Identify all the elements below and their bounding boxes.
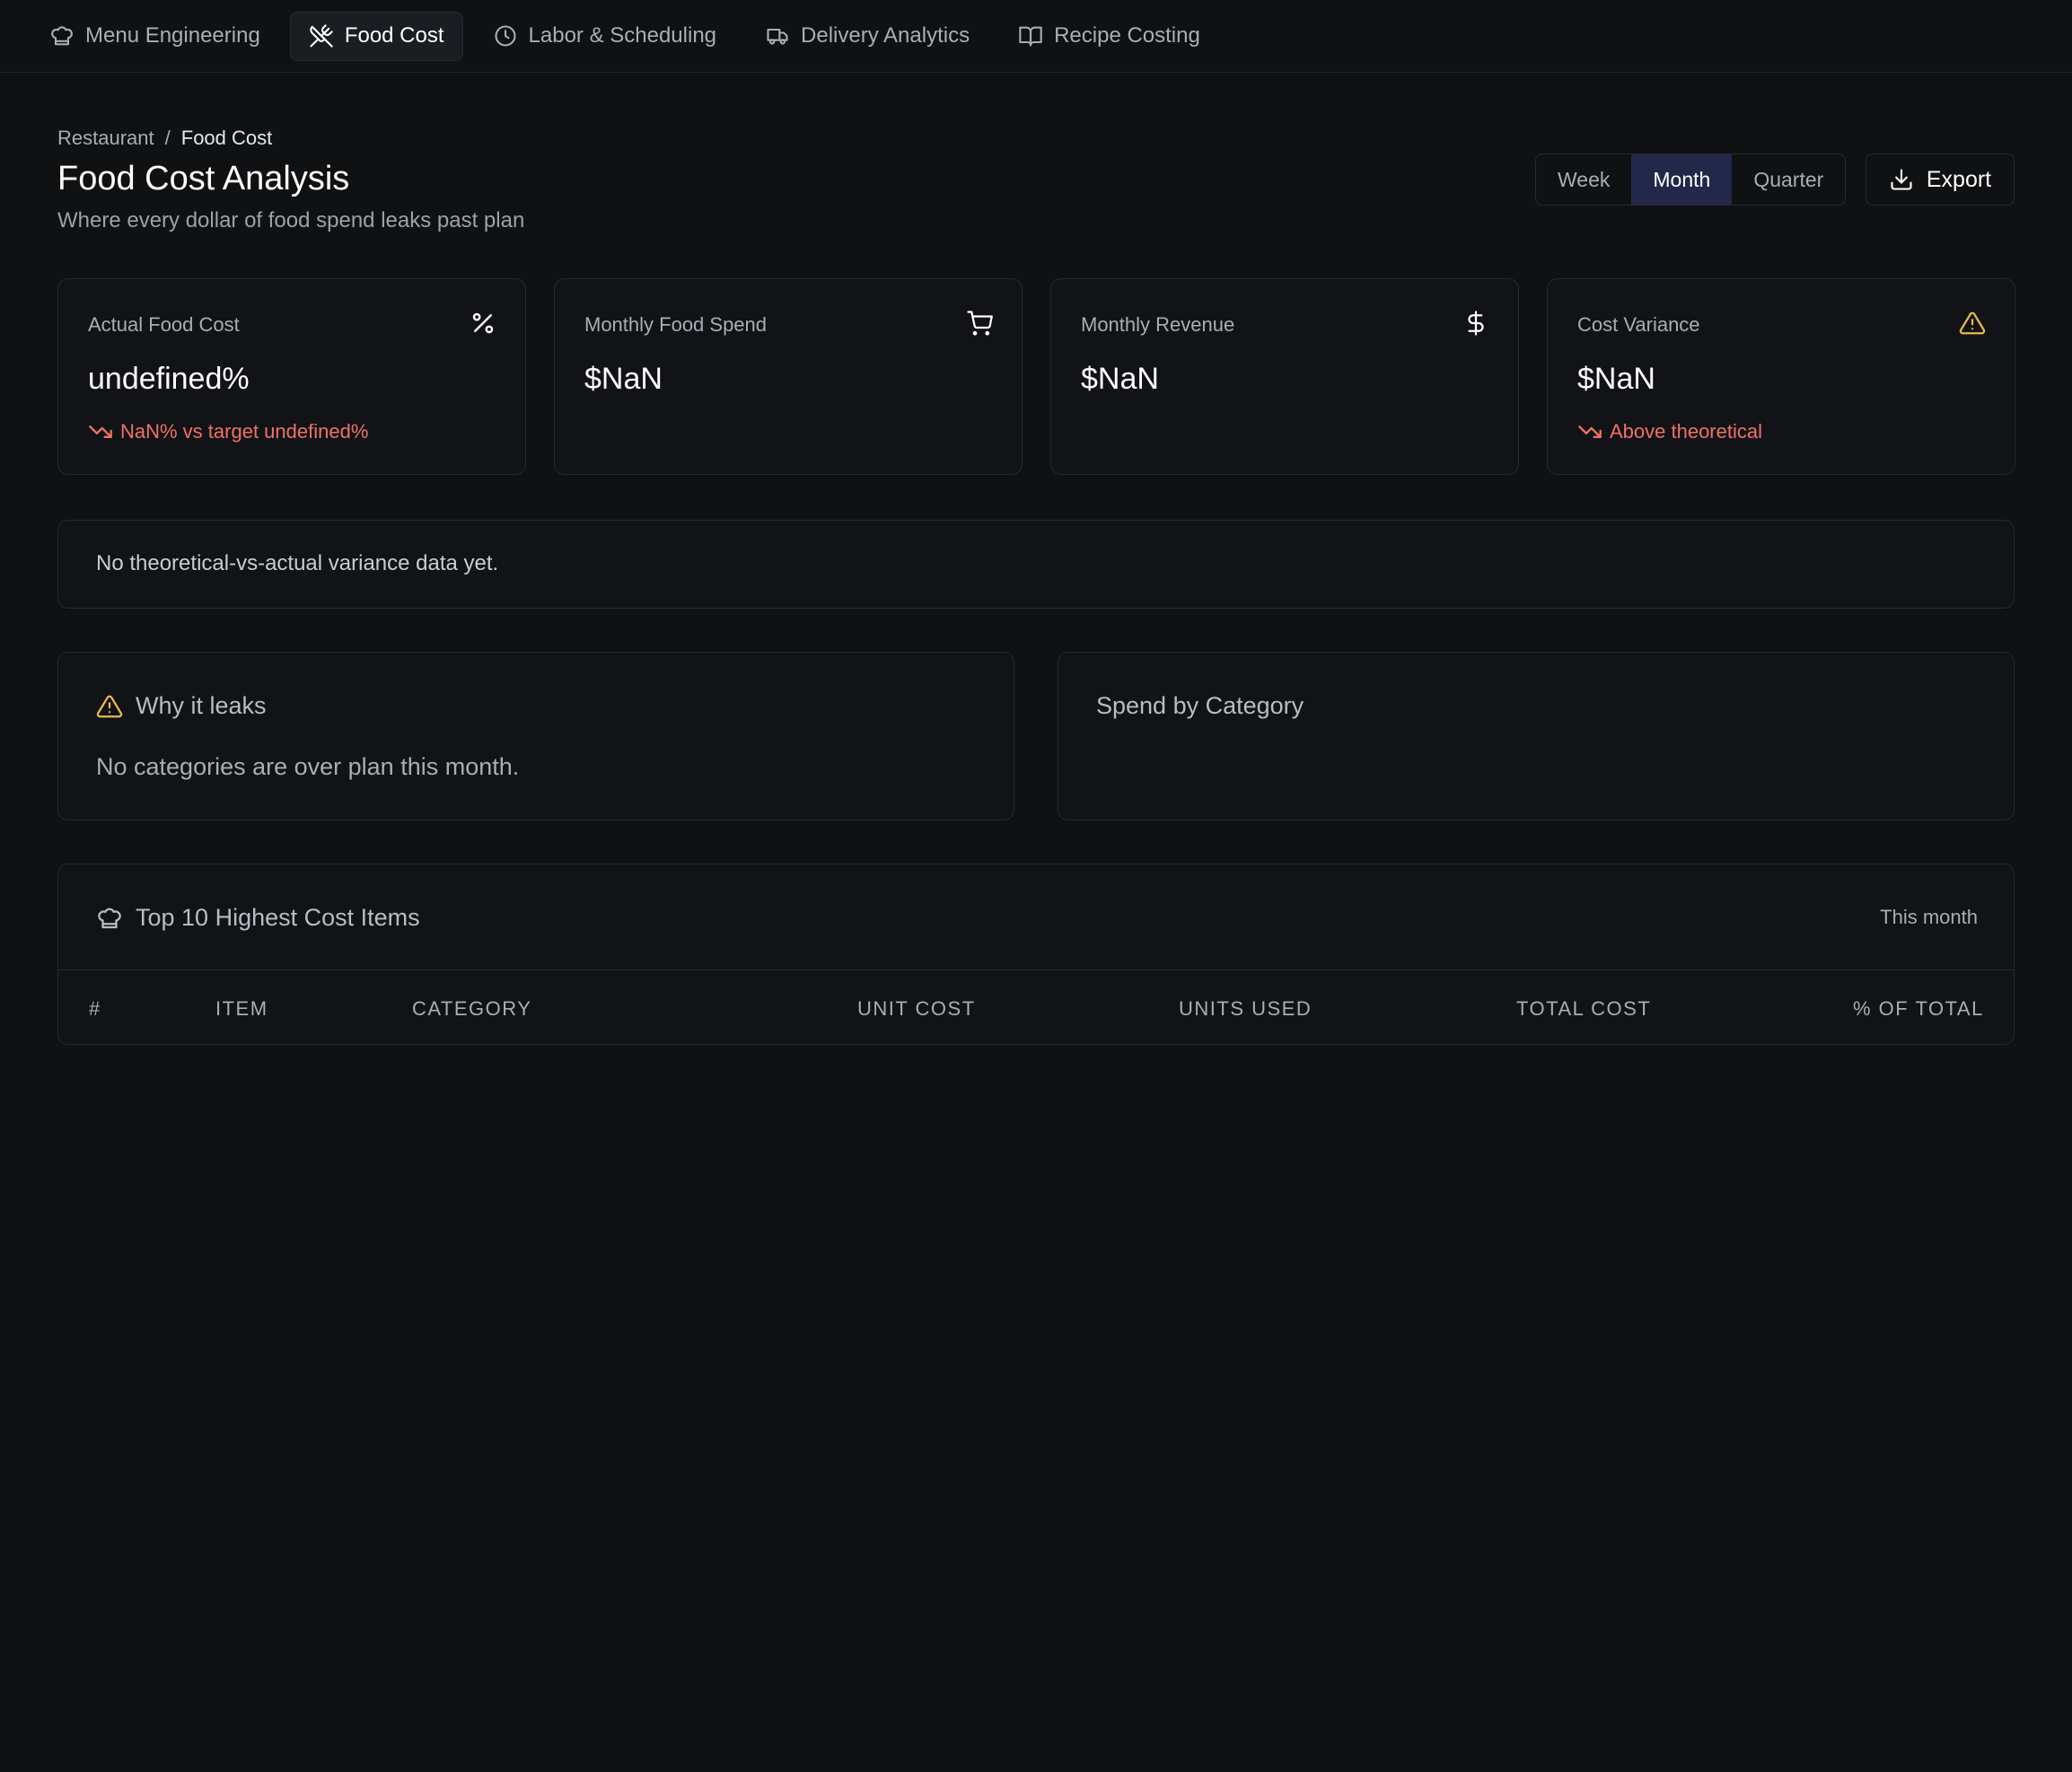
dollar-sign-icon	[1462, 310, 1489, 337]
column-header-total-cost[interactable]: Total Cost	[1516, 997, 1651, 1021]
alert-triangle-icon	[1959, 310, 1986, 337]
nav-tab-delivery-analytics[interactable]: Delivery Analytics	[746, 12, 988, 61]
column-header-rank[interactable]: #	[89, 997, 101, 1021]
page-title: Food Cost Analysis	[57, 160, 350, 197]
nav-tab-label: Food Cost	[344, 23, 444, 48]
nav-tab-menu-engineering[interactable]: Menu Engineering	[31, 12, 279, 61]
download-icon	[1891, 169, 1912, 190]
nav-tab-food-cost[interactable]: Food Cost	[289, 11, 463, 61]
book-open-icon	[1019, 26, 1042, 47]
kpi-value: $NaN	[1577, 362, 1655, 396]
panel-title: Why it leaks	[96, 692, 267, 720]
kpi-label: Actual Food Cost	[88, 313, 240, 336]
nav-tab-recipe-costing[interactable]: Recipe Costing	[999, 12, 1219, 61]
clock-icon	[494, 25, 516, 47]
top-cost-items-panel: Top 10 Highest Cost Items This month # I…	[57, 864, 2015, 1045]
kpi-card-monthly-revenue: Monthly Revenue $NaN	[1050, 278, 1519, 475]
panel-title: Top 10 Highest Cost Items	[96, 904, 420, 932]
why-it-leaks-panel: Why it leaks No categories are over plan…	[57, 652, 1014, 820]
range-quarter-button[interactable]: Quarter	[1732, 154, 1845, 205]
alert-triangle-icon	[96, 695, 123, 717]
top-items-title: Top 10 Highest Cost Items	[136, 904, 420, 931]
column-header-units-used[interactable]: Units Used	[1179, 997, 1312, 1021]
chef-hat-icon	[98, 908, 121, 928]
kpi-value: $NaN	[584, 362, 663, 396]
percent-icon	[470, 310, 496, 337]
table-period: This month	[1880, 906, 1978, 928]
kpi-trend: Above theoretical	[1577, 419, 1762, 444]
kpi-card-cost-variance: Cost Variance $NaN Above theoretical	[1547, 278, 2015, 475]
nav-tab-label: Recipe Costing	[1054, 23, 1200, 48]
trending-down-icon	[89, 425, 112, 438]
column-header-percent-total[interactable]: % of Total	[1853, 997, 1984, 1021]
range-month-button[interactable]: Month	[1631, 154, 1733, 205]
range-week-button[interactable]: Week	[1536, 154, 1631, 205]
page-subtitle: Where every dollar of food spend leaks p…	[57, 208, 525, 232]
kpi-card-monthly-food-spend: Monthly Food Spend $NaN	[554, 278, 1023, 475]
nav-tab-label: Menu Engineering	[85, 23, 260, 48]
kpi-label: Monthly Revenue	[1081, 313, 1235, 336]
top-navigation: Menu Engineering Food Cost Labor & Sched…	[0, 0, 2072, 73]
column-header-item[interactable]: Item	[215, 997, 268, 1021]
leaks-title: Why it leaks	[136, 692, 267, 719]
breadcrumb-root[interactable]: Restaurant	[57, 127, 154, 150]
breadcrumb: Restaurant / Food Cost	[57, 127, 272, 150]
leaks-empty-text: No categories are over plan this month.	[96, 753, 520, 780]
kpi-label: Monthly Food Spend	[584, 313, 768, 336]
kpi-value: $NaN	[1081, 362, 1159, 396]
table-panel-header: Top 10 Highest Cost Items This month	[58, 864, 2014, 970]
trending-down-icon	[1578, 425, 1602, 438]
kpi-label: Cost Variance	[1577, 313, 1700, 336]
variance-empty-text: No theoretical-vs-actual variance data y…	[96, 551, 499, 575]
breadcrumb-current: Food Cost	[180, 127, 273, 149]
kpi-card-actual-food-cost: Actual Food Cost undefined% NaN% vs targ…	[57, 278, 526, 475]
variance-panel: No theoretical-vs-actual variance data y…	[57, 520, 2015, 609]
chef-hat-icon	[51, 26, 73, 46]
kpi-trend-text: Above theoretical	[1610, 420, 1762, 443]
breadcrumb-separator: /	[164, 127, 171, 149]
kpi-trend: NaN% vs target undefined%	[88, 419, 368, 444]
export-button[interactable]: Export	[1866, 154, 2015, 206]
nav-tab-labor-scheduling[interactable]: Labor & Scheduling	[474, 12, 735, 61]
spend-by-category-panel: Spend by Category	[1058, 652, 2015, 820]
category-title: Spend by Category	[1096, 692, 1304, 719]
export-label: Export	[1926, 166, 1992, 192]
shopping-cart-icon	[966, 310, 993, 337]
time-range-selector: Week Month Quarter	[1535, 154, 1847, 206]
kpi-trend-text: NaN% vs target undefined%	[120, 420, 369, 443]
nav-tab-label: Labor & Scheduling	[528, 23, 717, 48]
column-header-unit-cost[interactable]: Unit Cost	[857, 997, 976, 1021]
column-header-category[interactable]: Category	[412, 997, 531, 1021]
truck-icon	[767, 28, 788, 45]
utensils-crossed-icon	[310, 24, 333, 48]
nav-tab-label: Delivery Analytics	[801, 23, 970, 48]
kpi-value: undefined%	[88, 362, 250, 396]
